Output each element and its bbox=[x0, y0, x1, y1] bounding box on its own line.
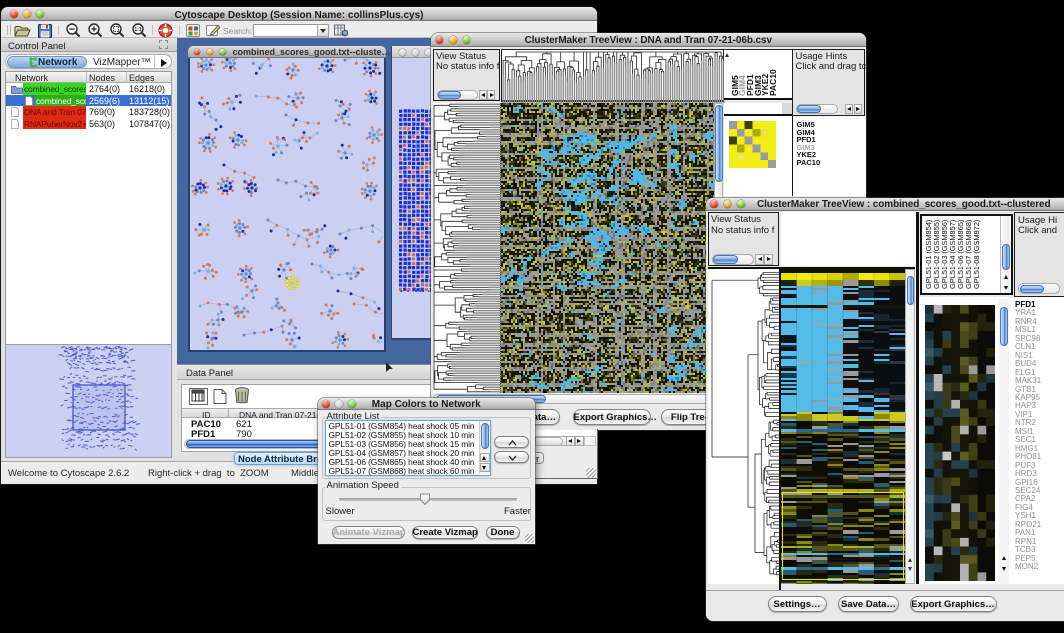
svg-text:1:1: 1:1 bbox=[134, 27, 141, 33]
